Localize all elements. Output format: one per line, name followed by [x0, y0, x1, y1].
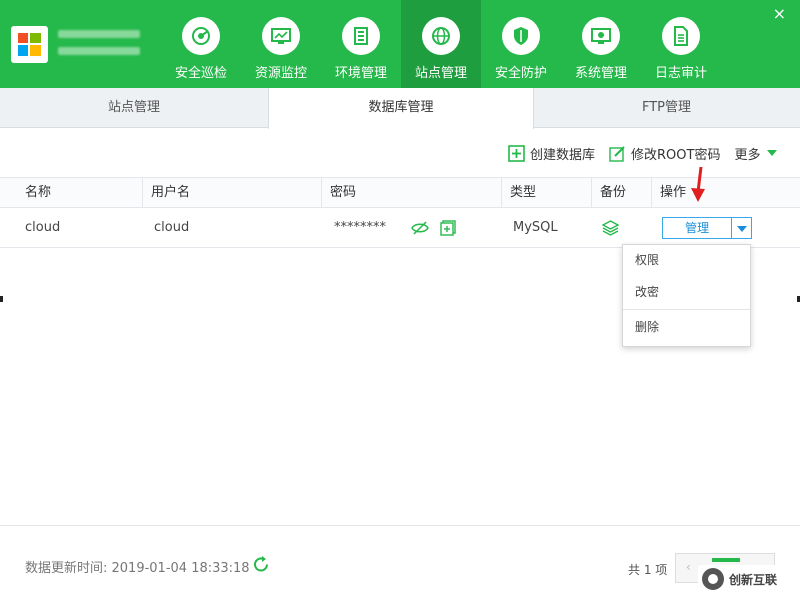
close-icon[interactable]: × — [773, 4, 786, 23]
nav-item-resource-monitor[interactable]: 资源监控 — [241, 0, 321, 88]
change-root-password-button[interactable]: 修改ROOT密码 — [609, 144, 720, 163]
column-header-name: 名称 — [25, 185, 52, 200]
menu-item-permissions[interactable]: 权限 — [623, 245, 750, 275]
tab-site-management[interactable]: 站点管理 — [0, 88, 269, 128]
column-header-username: 用户名 — [142, 178, 321, 208]
menu-divider — [623, 309, 750, 310]
edge-mark — [0, 296, 3, 302]
nav-item-system-management[interactable]: 系统管理 — [561, 0, 641, 88]
column-header-password: 密码 — [321, 178, 501, 208]
menu-item-delete[interactable]: 删除 — [623, 312, 750, 342]
change-root-password-label: 修改ROOT密码 — [631, 147, 721, 163]
menu-item-change-password[interactable]: 改密 — [623, 277, 750, 307]
plus-box-icon — [508, 144, 525, 162]
globe-icon — [422, 17, 460, 55]
shield-icon — [502, 17, 540, 55]
manage-dropdown-toggle[interactable] — [732, 218, 751, 238]
nav-item-security-inspection[interactable]: 安全巡检 — [161, 0, 241, 88]
watermark-text: 创新互联 — [729, 572, 778, 587]
tab-database-management[interactable]: 数据库管理 — [268, 88, 534, 129]
host-info-blurred — [58, 30, 140, 64]
nav-item-environment[interactable]: 环境管理 — [321, 0, 401, 88]
backup-layers-icon[interactable] — [601, 220, 620, 240]
table-header: 名称 用户名 密码 类型 备份 操作 — [0, 177, 800, 208]
nav-item-site-management[interactable]: 站点管理 — [401, 0, 481, 88]
prev-page-button[interactable]: ‹ — [686, 560, 691, 574]
manage-dropdown-menu: 权限 改密 删除 — [622, 244, 751, 347]
current-page-indicator[interactable] — [712, 558, 740, 562]
column-header-type: 类型 — [501, 178, 591, 208]
eye-slash-icon[interactable] — [411, 220, 429, 240]
toolbar: 创建数据库 修改ROOT密码 更多 — [494, 143, 783, 163]
monitor-settings-icon — [582, 17, 620, 55]
create-database-button[interactable]: 创建数据库 — [508, 144, 595, 163]
edit-icon — [609, 145, 625, 162]
more-label: 更多 — [734, 147, 761, 163]
manage-split-button: 管理 — [662, 217, 752, 239]
create-database-label: 创建数据库 — [530, 147, 596, 163]
column-header-backup: 备份 — [591, 178, 651, 208]
cell-name: cloud — [25, 220, 61, 235]
tab-bar: 站点管理 数据库管理 FTP管理 — [0, 88, 800, 129]
caret-down-icon — [767, 150, 778, 156]
app-header: 安全巡检 资源监控 环境管理 站点管理 安全防护 系统管理 日志审计 × — [0, 0, 800, 88]
red-arrow-annotation — [688, 166, 708, 210]
total-count: 共 1 项 — [628, 563, 668, 577]
watermark-logo-icon — [702, 568, 724, 590]
update-time: 数据更新时间: 2019-01-04 18:33:18 — [25, 561, 250, 576]
copy-icon[interactable] — [440, 220, 456, 240]
cell-type: MySQL — [513, 220, 558, 235]
main-nav: 安全巡检 资源监控 环境管理 站点管理 安全防护 系统管理 日志审计 — [161, 0, 721, 88]
nav-item-log-audit[interactable]: 日志审计 — [641, 0, 721, 88]
refresh-icon[interactable] — [252, 555, 271, 578]
more-dropdown[interactable]: 更多 — [734, 144, 783, 163]
footer: 数据更新时间: 2019-01-04 18:33:18 共 1 项 ‹ — [0, 525, 800, 600]
watermark: 创新互联 — [698, 565, 798, 593]
nav-label: 日志审计 — [654, 66, 707, 81]
server-stack-icon — [342, 17, 380, 55]
nav-label: 安全防护 — [494, 66, 547, 81]
cell-username: cloud — [154, 220, 190, 235]
tab-ftp-management[interactable]: FTP管理 — [533, 88, 800, 128]
manage-button[interactable]: 管理 — [663, 218, 733, 238]
table-row: cloud cloud ******** MySQL 管理 — [0, 208, 800, 248]
column-header-action: 操作 — [651, 178, 800, 208]
document-icon — [662, 17, 700, 55]
nav-item-security-protection[interactable]: 安全防护 — [481, 0, 561, 88]
windows-logo — [11, 26, 48, 63]
nav-label: 资源监控 — [254, 66, 307, 81]
cell-password: ******** — [334, 220, 386, 235]
nav-label: 环境管理 — [334, 66, 387, 81]
nav-label: 安全巡检 — [174, 66, 227, 81]
nav-label: 站点管理 — [414, 66, 467, 81]
nav-label: 系统管理 — [574, 66, 627, 81]
radar-icon — [182, 17, 220, 55]
monitor-chart-icon — [262, 17, 300, 55]
